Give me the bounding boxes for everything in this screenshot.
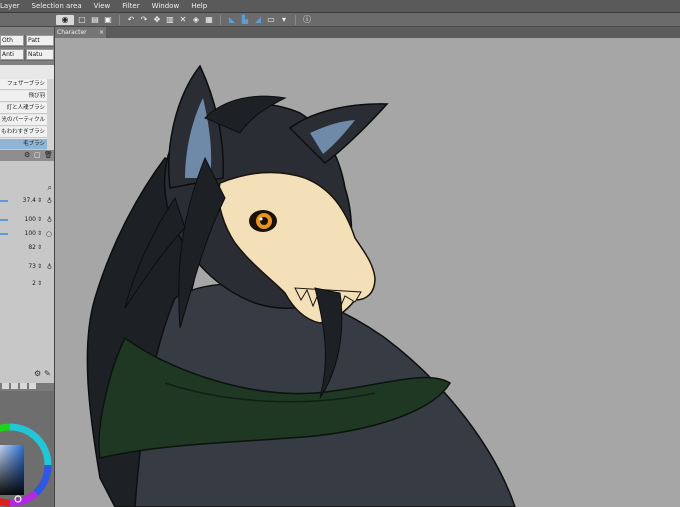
property-brush-size[interactable]: 37.4 ⇕ ♁	[0, 195, 54, 207]
property-value[interactable]: 73	[28, 261, 36, 273]
menu-window[interactable]: Window	[146, 0, 186, 13]
display-icon[interactable]: ▭	[266, 15, 276, 25]
property-value[interactable]: 100	[25, 228, 36, 240]
new-brush-icon[interactable]: ▢	[34, 151, 41, 159]
document-tab[interactable]: Character Design ×	[55, 27, 106, 47]
property-slider[interactable]	[0, 233, 8, 235]
tool-property: ⌕ 37.4 ⇕ ♁ 100 ⇕ ♁ 100 ⇕ ○ 82 ⇕ 73 ⇕ ♁ 2…	[0, 161, 54, 383]
panel-tab[interactable]	[2, 383, 9, 389]
perspective-icon[interactable]: ◢	[253, 15, 263, 25]
property-value[interactable]: 37.4	[23, 195, 36, 207]
transform-icon[interactable]: ✥	[152, 15, 162, 25]
brush-item[interactable]: もわわすぎブラシ	[0, 127, 47, 138]
subtool-tab-nature[interactable]: Natu	[26, 49, 54, 60]
toolbar-divider	[119, 14, 120, 25]
eye-icon[interactable]: ◉	[56, 14, 74, 25]
info-icon[interactable]: ⓘ	[302, 15, 312, 25]
menu-selection-area[interactable]: Selection area	[26, 0, 88, 13]
menu-layer[interactable]: Layer	[0, 0, 26, 13]
tool-property-panel: Oth Patt Anti Natu フェザーブラシ 飛び羽 灯と人魂ブラシ 光…	[0, 27, 55, 507]
save-icon[interactable]: ▣	[103, 15, 113, 25]
menu-bar: Layer Selection area View Filter Window …	[0, 0, 680, 13]
spin-icon[interactable]: ⇕	[37, 229, 42, 239]
property-slider[interactable]	[0, 200, 8, 202]
subtool-tab-label: Oth	[2, 37, 13, 44]
settings-icon[interactable]: ⚙	[34, 369, 41, 378]
subtool-tabs-row-1: Oth Patt	[0, 35, 54, 47]
subtool-tab-label: Patt	[28, 37, 40, 44]
brush-list-scrollbar[interactable]	[47, 79, 54, 150]
toolbar-divider	[295, 14, 296, 25]
artwork	[86, 64, 516, 507]
new-file-icon[interactable]: ▢	[77, 15, 87, 25]
close-icon[interactable]: ×	[99, 27, 104, 38]
subtool-tab-label: Natu	[28, 51, 43, 58]
pressure-icon[interactable]: ♁	[47, 215, 52, 225]
trash-icon[interactable]: 🗑	[44, 151, 53, 159]
brush-item[interactable]: フェザーブラシ	[0, 79, 47, 90]
property-value[interactable]: 82	[28, 242, 36, 254]
subtool-tabs-row-2: Anti Natu	[0, 49, 54, 61]
pressure-icon[interactable]: ♁	[47, 196, 52, 206]
brush-item[interactable]: 光のパーティクル	[0, 115, 47, 126]
settings-icon[interactable]: ⚙	[24, 151, 30, 159]
document-tab-strip: Character Design ×	[55, 27, 680, 47]
property-opacity[interactable]: 100 ⇕ ♁	[0, 214, 54, 226]
property-density[interactable]: 100 ⇕ ○	[0, 228, 54, 240]
snap-ruler-icon[interactable]: ▙	[240, 15, 250, 25]
circle-icon[interactable]: ○	[46, 229, 52, 239]
eye-highlight	[259, 217, 263, 221]
pressure-icon[interactable]: ♁	[47, 262, 52, 272]
search-icon[interactable]: ⌕	[48, 183, 52, 193]
open-file-icon[interactable]: ▤	[90, 15, 100, 25]
redo-icon[interactable]: ↷	[139, 15, 149, 25]
brush-list-footer: ⚙ ▢ 🗑	[0, 150, 54, 161]
dropdown-icon[interactable]: ▾	[279, 15, 289, 25]
property-thickness[interactable]: 82 ⇕	[0, 242, 54, 254]
undo-icon[interactable]: ↶	[126, 15, 136, 25]
subtool-tab-other[interactable]: Oth	[0, 35, 24, 46]
spin-icon[interactable]: ⇕	[37, 215, 42, 225]
subtool-tab-anti[interactable]: Anti	[0, 49, 24, 60]
brush-item[interactable]: 飛び羽	[0, 91, 47, 102]
spin-icon[interactable]: ⇕	[37, 196, 42, 206]
brush-item[interactable]: 灯と人魂ブラシ	[0, 103, 47, 114]
property-slider[interactable]	[0, 219, 8, 221]
subtool-tab-label: Anti	[2, 51, 14, 58]
menu-view[interactable]: View	[88, 0, 117, 13]
color-wheel[interactable]	[0, 391, 54, 507]
wrench-icon[interactable]: ✎	[44, 369, 51, 378]
spin-icon[interactable]: ⇕	[37, 243, 42, 253]
spin-icon[interactable]: ⇕	[37, 262, 42, 272]
canvas-area[interactable]	[55, 38, 680, 507]
property-spacing[interactable]: 73 ⇕ ♁	[0, 261, 54, 273]
spin-icon[interactable]: ⇕	[37, 279, 42, 289]
panel-tab[interactable]	[29, 383, 36, 389]
brush-list: フェザーブラシ 飛び羽 灯と人魂ブラシ 光のパーティクル もわわすぎブラシ 毛ブ…	[0, 65, 54, 150]
color-panel-header	[0, 383, 54, 391]
ruler-icon[interactable]: ▥	[165, 15, 175, 25]
brush-item-selected[interactable]: 毛ブラシ	[0, 139, 47, 150]
property-value[interactable]: 2	[32, 278, 36, 290]
snap-icon[interactable]: ◣	[227, 15, 237, 25]
fill-icon[interactable]: ◈	[191, 15, 201, 25]
toolbar-divider	[220, 14, 221, 25]
panel-tab[interactable]	[20, 383, 27, 389]
command-bar: ◉ ▢ ▤ ▣ ↶ ↷ ✥ ▥ ✕ ◈ ▦ ◣ ▙ ◢ ▭ ▾ ⓘ	[0, 13, 680, 27]
color-wheel-panel	[0, 391, 54, 507]
property-value[interactable]: 100	[25, 214, 36, 226]
grid-icon[interactable]: ▦	[204, 15, 214, 25]
menu-filter[interactable]: Filter	[116, 0, 145, 13]
menu-help[interactable]: Help	[185, 0, 213, 13]
panel-tab[interactable]	[11, 383, 18, 389]
property-count[interactable]: 2 ⇕	[0, 278, 54, 290]
subtool-tab-pattern[interactable]: Patt	[26, 35, 54, 46]
clear-icon[interactable]: ✕	[178, 15, 188, 25]
